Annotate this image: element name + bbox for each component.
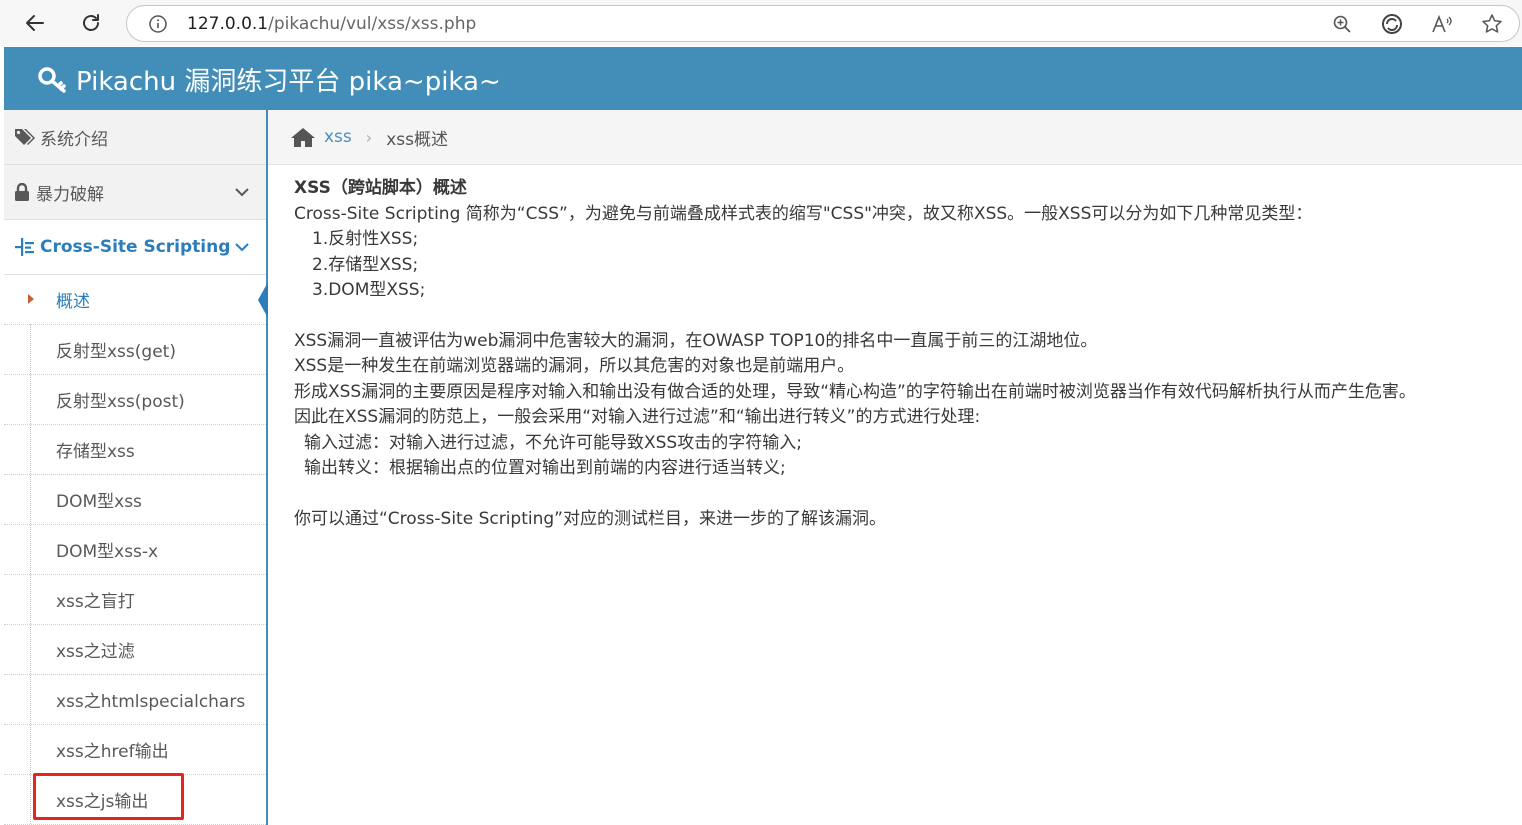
edge-extension-icon[interactable]	[1381, 13, 1403, 35]
breadcrumb-current: xss概述	[386, 129, 448, 150]
url-text: 127.0.0.1/pikachu/vul/xss/xss.php	[187, 14, 476, 34]
content-line: 因此在XSS漏洞的防范上，一般会采用“对输入进行过滤”和“输出进行转义”的方式进…	[294, 407, 981, 427]
sidebar-section-label: Cross-Site Scripting	[40, 237, 231, 257]
sidebar-item-dom-x[interactable]: DOM型xss-x	[4, 525, 266, 575]
content-line: 3.DOM型XSS;	[312, 280, 426, 300]
xss-submenu: 概述 反射型xss(get) 反射型xss(post) 存储型xss DOM型x…	[4, 275, 268, 825]
url-path: /pikachu/vul/xss/xss.php	[268, 14, 477, 34]
chevron-down-icon	[234, 238, 250, 258]
sidebar-item-dom[interactable]: DOM型xss	[4, 475, 266, 525]
breadcrumb-link-xss[interactable]: xss	[324, 127, 352, 147]
home-icon[interactable]	[290, 126, 316, 148]
sidebar-item-label: 反射型xss(post)	[56, 392, 185, 412]
sidebar-item-href-output[interactable]: xss之href输出	[4, 725, 266, 775]
zoom-icon[interactable]	[1331, 13, 1353, 35]
sidebar-item-reflected-get[interactable]: 反射型xss(get)	[4, 325, 266, 375]
back-button[interactable]	[20, 8, 50, 38]
sidebar-item-overview[interactable]: 概述	[4, 275, 268, 325]
chevron-down-icon	[234, 183, 250, 203]
info-icon[interactable]	[147, 13, 169, 35]
sidebar-item-label: xss之过滤	[56, 642, 135, 662]
content-line: 输入过滤：对输入进行过滤，不允许可能导致XSS攻击的字符输入;	[304, 432, 802, 453]
tags-icon	[14, 128, 36, 146]
reload-button[interactable]	[76, 8, 106, 38]
breadcrumb: xss › xss概述	[268, 110, 1522, 165]
site-header: Pikachu 漏洞练习平台 pika~pika~	[4, 47, 1522, 110]
content-line: XSS漏洞一直被评估为web漏洞中危害较大的漏洞，在OWASP TOP10的排名…	[294, 330, 1098, 351]
sidebar-item-label: xss之盲打	[56, 592, 135, 612]
sidebar-item-label: 概述	[56, 292, 90, 312]
breadcrumb-separator-icon: ›	[365, 127, 373, 147]
sidebar-section-label: 暴力破解	[36, 184, 104, 205]
sidebar-item-label: DOM型xss-x	[56, 542, 159, 562]
content-title: XSS（跨站脚本）概述	[294, 178, 467, 198]
sidebar-item-label: xss之href输出	[56, 742, 169, 762]
sidebar-item-blind[interactable]: xss之盲打	[4, 575, 266, 625]
sidebar-item-label: DOM型xss	[56, 492, 142, 512]
content-line: XSS是一种发生在前端浏览器端的漏洞，所以其危害的对象也是前端用户。	[294, 356, 855, 376]
sidebar-item-stored[interactable]: 存储型xss	[4, 425, 266, 475]
active-indicator	[258, 282, 268, 318]
brand-logo[interactable]: Pikachu 漏洞练习平台 pika~pika~	[38, 61, 501, 98]
address-bar[interactable]: 127.0.0.1/pikachu/vul/xss/xss.php	[126, 5, 1520, 42]
key-icon	[38, 66, 66, 93]
reload-icon	[83, 14, 99, 31]
sidebar-section-xss[interactable]: Cross-Site Scripting	[4, 220, 266, 275]
content-line: 你可以通过“Cross-Site Scripting”对应的测试栏目，来进一步的…	[294, 508, 886, 529]
sidebar-item-reflected-post[interactable]: 反射型xss(post)	[4, 375, 266, 425]
main-content: XSS（跨站脚本）概述 Cross-Site Scripting 简称为“CSS…	[294, 176, 1504, 532]
list-icon	[14, 237, 36, 257]
content-line: 1.反射性XSS;	[312, 229, 419, 249]
sidebar-section-intro[interactable]: 系统介绍	[4, 110, 266, 165]
content-line: Cross-Site Scripting 简称为“CSS”，为避免与前端叠成样式…	[294, 203, 1313, 224]
lock-icon	[14, 183, 30, 201]
sidebar: 系统介绍 暴力破解 Cross-Site Scripting 概述 反射型xss…	[4, 110, 268, 825]
content-line: 2.存储型XSS;	[312, 254, 419, 275]
sidebar-section-bruteforce[interactable]: 暴力破解	[4, 165, 266, 220]
back-arrow-icon	[26, 15, 44, 31]
content-line: 输出转义：根据输出点的位置对输出到前端的内容进行适当转义;	[304, 458, 786, 478]
sidebar-item-label: 存储型xss	[56, 442, 135, 462]
caret-right-icon	[28, 294, 34, 304]
sidebar-item-label: xss之htmlspecialchars	[56, 692, 246, 712]
url-host: 127.0.0.1	[187, 14, 269, 34]
sidebar-item-htmlspecialchars[interactable]: xss之htmlspecialchars	[4, 675, 266, 725]
browser-toolbar: 127.0.0.1/pikachu/vul/xss/xss.php	[0, 0, 1522, 46]
favorite-star-icon[interactable]	[1481, 13, 1503, 35]
read-aloud-icon[interactable]	[1431, 13, 1453, 35]
submenu-guide-line	[30, 324, 31, 824]
sidebar-item-filter[interactable]: xss之过滤	[4, 625, 266, 675]
sidebar-item-label: 反射型xss(get)	[56, 342, 176, 362]
sidebar-section-label: 系统介绍	[40, 129, 108, 150]
content-line: 形成XSS漏洞的主要原因是程序对输入和输出没有做合适的处理，导致“精心构造”的字…	[294, 381, 1416, 402]
highlight-annotation-box	[33, 773, 184, 820]
brand-title: Pikachu 漏洞练习平台 pika~pika~	[76, 67, 501, 97]
